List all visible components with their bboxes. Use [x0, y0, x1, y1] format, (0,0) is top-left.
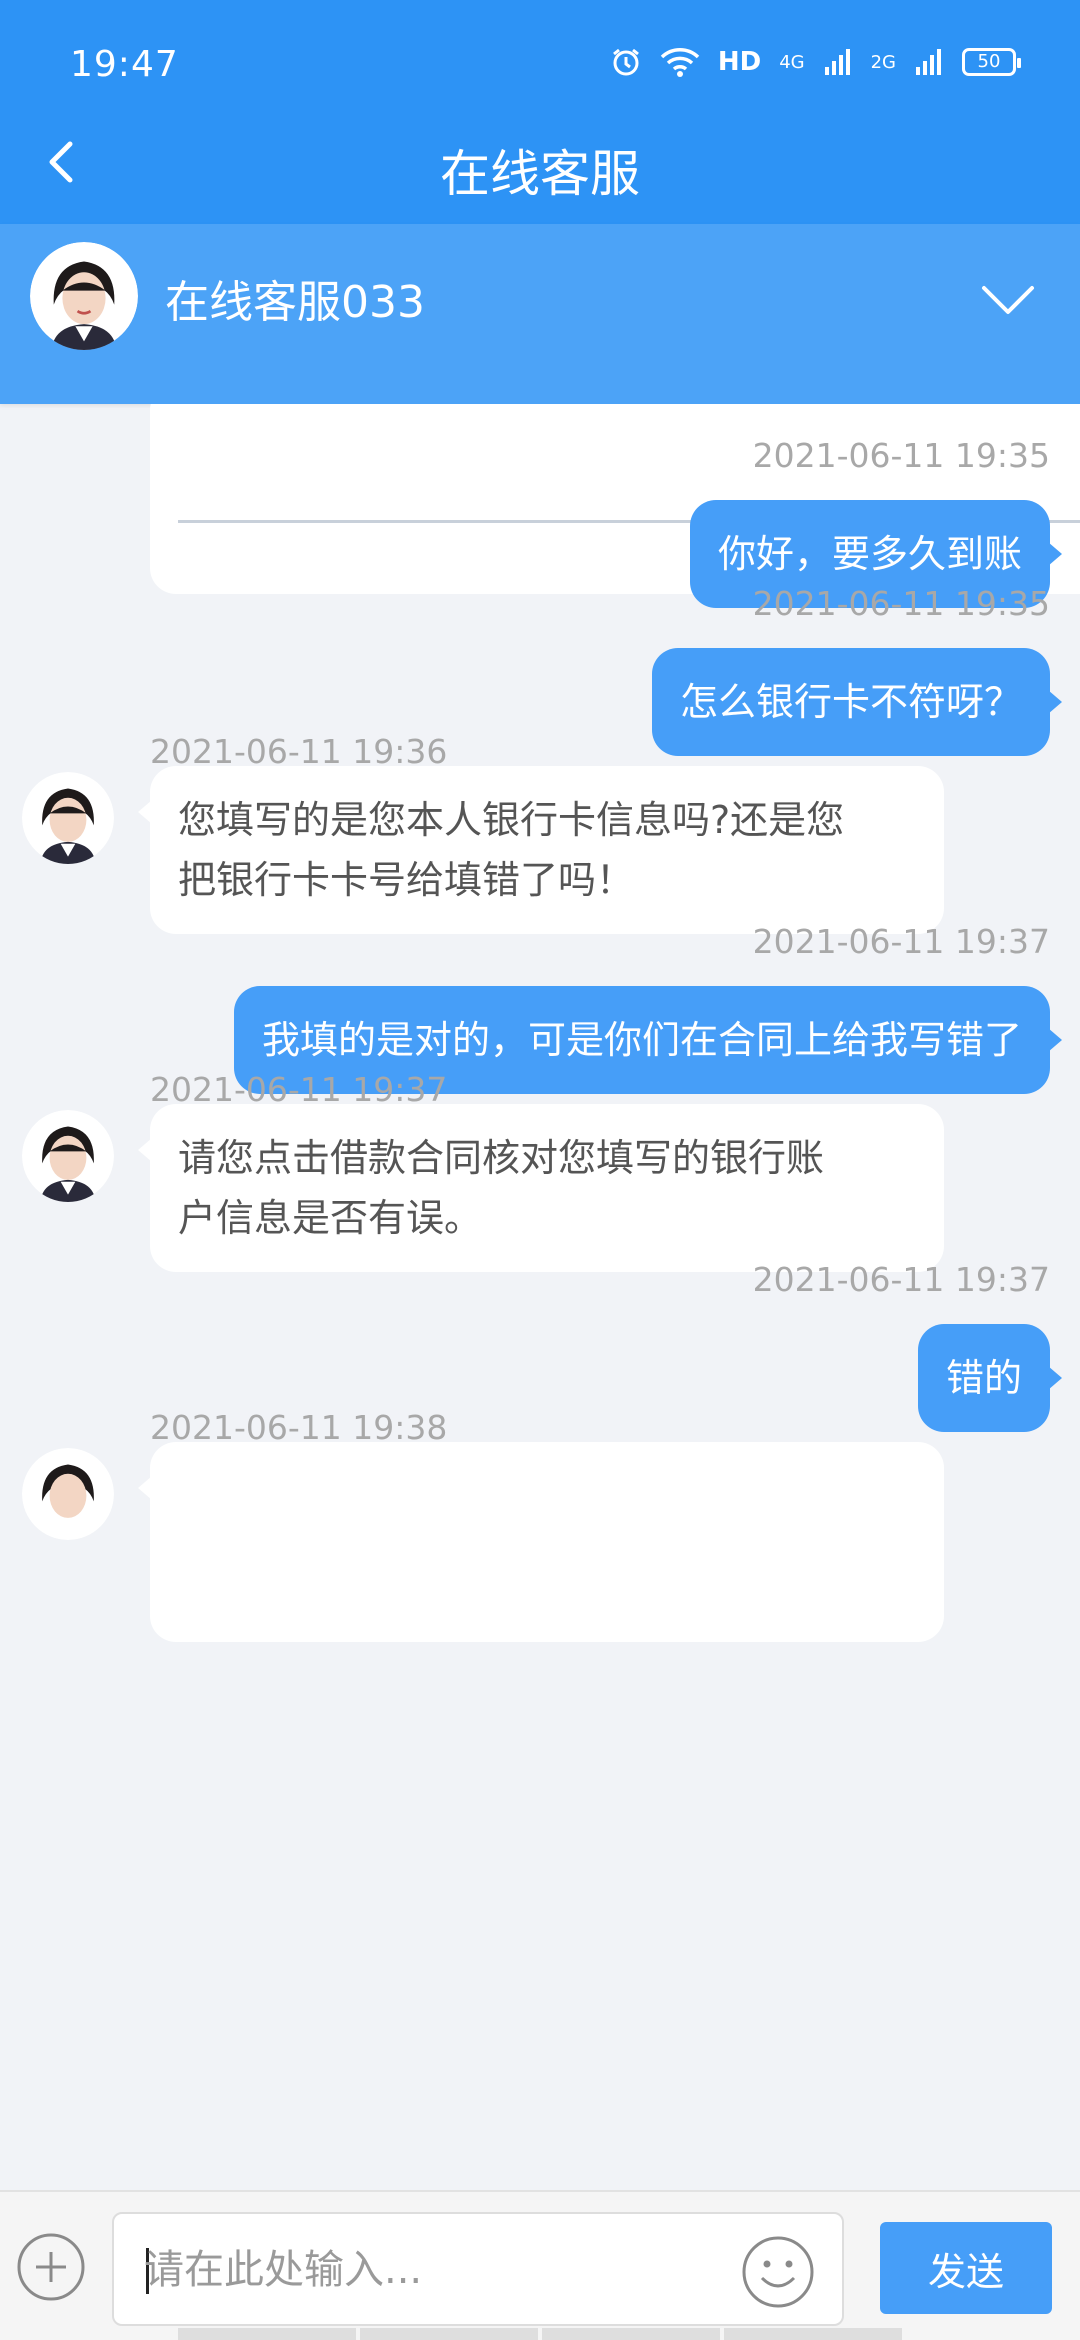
incoming-message[interactable]: 请您点击借款合同核对您填写的银行账 户信息是否有误。 — [138, 1104, 944, 1272]
chevron-down-icon[interactable] — [980, 280, 1036, 320]
message-input-box[interactable] — [112, 2212, 844, 2326]
message-timestamp: 2021-06-11 19:35 — [752, 436, 1050, 475]
message-timestamp: 2021-06-11 19:37 — [752, 1260, 1050, 1299]
network-2g-label: 2G — [870, 51, 896, 73]
agent-avatar — [22, 1448, 114, 1540]
panel-tab[interactable] — [542, 2328, 720, 2340]
network-4g-label: 4G — [779, 51, 805, 73]
message-line: 您填写的是您本人银行卡信息吗?还是您 — [178, 798, 845, 842]
message-timestamp: 2021-06-11 19:37 — [752, 922, 1050, 961]
agent-bar[interactable]: 在线客服033 — [0, 224, 1080, 404]
message-line: 请您点击借款合同核对您填写的银行账 — [178, 1136, 825, 1180]
agent-name: 在线客服033 — [165, 277, 425, 328]
page-title: 在线客服 — [440, 145, 640, 203]
input-bar: 发送 — [0, 2190, 1080, 2340]
chat-area[interactable]: 2021-06-11 19:35 你好，要多久到账 2021-06-11 19:… — [0, 404, 1080, 2190]
panel-tab[interactable] — [360, 2328, 538, 2340]
outgoing-message[interactable]: 错的 — [917, 1324, 1063, 1432]
wifi-icon — [660, 48, 700, 77]
send-button[interactable]: 发送 — [880, 2222, 1052, 2314]
outgoing-message[interactable]: 怎么银行卡不符呀？ — [651, 648, 1063, 756]
panel-tab-strip — [178, 2328, 902, 2340]
agent-avatar — [22, 1110, 114, 1202]
panel-tab[interactable] — [724, 2328, 902, 2340]
status-icons: HD 4G 2G 50 — [610, 46, 1021, 78]
title-bar: 在线客服 — [0, 100, 1080, 224]
message-timestamp: 2021-06-11 19:35 — [752, 584, 1050, 623]
incoming-message[interactable]: 您填写的是您本人银行卡信息吗?还是您 把银行卡卡号给填错了吗！ — [138, 766, 944, 934]
hd-indicator: HD — [717, 47, 762, 77]
signal-icon-2 — [916, 49, 941, 75]
panel-tab[interactable] — [178, 2328, 356, 2340]
agent-avatar — [30, 242, 138, 350]
plus-icon[interactable] — [16, 2232, 86, 2302]
message-line: 把银行卡卡号给填错了吗！ — [178, 858, 635, 902]
agent-avatar — [22, 772, 114, 864]
message-line: 户信息是否有误。 — [178, 1196, 483, 1240]
incoming-message[interactable] — [138, 1442, 944, 1642]
emoji-icon[interactable] — [740, 2234, 816, 2310]
status-time: 19:47 — [70, 44, 179, 85]
message-input[interactable] — [144, 2240, 724, 2300]
signal-icon — [824, 49, 850, 75]
battery-indicator: 50 — [962, 48, 1021, 76]
alarm-icon — [612, 48, 639, 76]
